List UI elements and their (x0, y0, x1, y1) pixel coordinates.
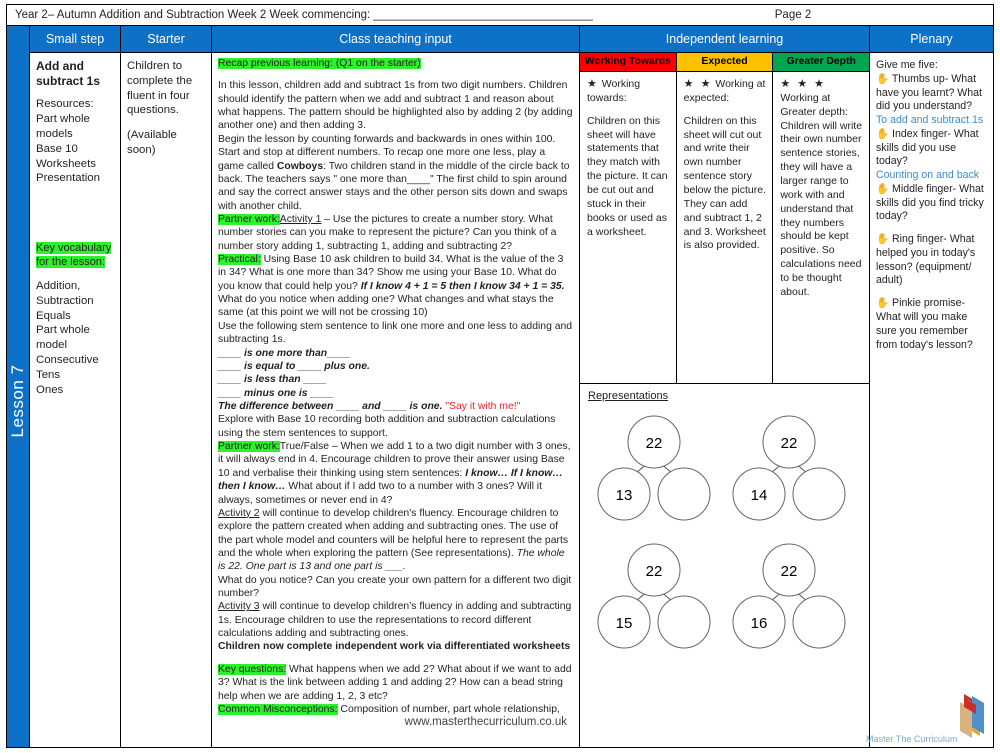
plenary-answer: Counting on and back (876, 169, 980, 182)
plenary-item: ✋ Ring finger- What helped you in today'… (876, 233, 976, 287)
document-header-bar: Year 2– Autumn Addition and Subtraction … (6, 4, 994, 26)
header-title: Year 2– Autumn Addition and Subtraction … (15, 9, 593, 21)
column-header-independent-learning: Independent learning (580, 26, 869, 53)
band-text-greater-depth: Children will write their own number sen… (780, 119, 863, 298)
practical-paragraph: Practical: Using Base 10 ask children to… (218, 254, 565, 319)
star-icon: ★ (587, 78, 599, 90)
lesson-number-label: Lesson 7 (8, 364, 27, 438)
key-vocabulary-list: Addition, Subtraction Equals Part whole … (36, 279, 99, 396)
column-header-starter: Starter (121, 26, 211, 53)
activity-2-paragraph: Activity 2 will continue to develop chil… (218, 507, 569, 573)
plenary-item: ✋ Index finger- What skills did you use … (876, 127, 979, 168)
plenary-body: Give me five: ✋ Thumbs up- What have you… (870, 53, 993, 747)
part-whole-model: 22 14 (729, 412, 849, 530)
column-class-teaching-input: Class teaching input Recap previous lear… (212, 26, 580, 747)
band-lead-working-towards: ★ Working towards: (587, 78, 641, 104)
page-number-label: Page 2 (774, 9, 812, 21)
cowboys-paragraph: Begin the lesson by counting forwards an… (218, 133, 570, 212)
star-icon: ★ ★ ★ (780, 78, 827, 90)
hand-icon: ✋ (876, 127, 890, 140)
representations-section: Representations 22 13 22 14 22 15 22 16 (580, 384, 869, 747)
hand-icon: ✋ (876, 297, 890, 310)
explore-paragraph: Explore with Base 10 recording both addi… (218, 414, 556, 439)
plenary-item: ✋ Thumbs up- What have you learnt? What … (876, 72, 982, 113)
column-plenary: Plenary Give me five: ✋ Thumbs up- What … (870, 26, 993, 747)
hand-icon: ✋ (876, 72, 890, 85)
key-vocabulary-heading: Key vocabulary for the lesson: (36, 242, 112, 269)
lesson-table: Lesson 7 Small step Add and subtract 1s … (6, 26, 994, 748)
stem-sentence-3: ____ is less than ____ (218, 374, 327, 386)
starter-body: Children to complete the fluent in four … (121, 53, 211, 747)
band-text-working-towards: Children on this sheet will have stateme… (587, 114, 668, 238)
intro-paragraph: In this lesson, children add and subtrac… (218, 80, 573, 132)
pw-whole-value: 22 (780, 435, 797, 452)
partner-work-1: Partner work:Activity 1 – Use the pictur… (218, 213, 557, 252)
band-expected: Expected ★ ★ Working at expected: Childr… (676, 53, 774, 383)
hand-icon: ✋ (876, 182, 890, 195)
plenary-item: ✋ Pinkie promise- What will you make sur… (876, 297, 973, 351)
part-whole-model: 22 16 (729, 540, 849, 658)
starter-availability: (Available soon) (127, 129, 177, 157)
band-lead-text-greater-depth: Working at Greater depth: (780, 91, 849, 118)
activity-3-paragraph: Activity 3 will continue to develop chil… (218, 601, 572, 640)
pw-part-a-value: 13 (616, 487, 633, 504)
band-body-working-towards: ★ Working towards: Children on this shee… (580, 72, 676, 239)
watermark-url: www.masterthecurriculum.co.uk (404, 716, 567, 729)
stem-sentence-5: The difference between ____ and ____ is … (218, 400, 521, 412)
band-header-expected: Expected (676, 53, 773, 72)
column-header-small-step: Small step (30, 26, 120, 53)
part-whole-models-grid: 22 13 22 14 22 15 22 16 (588, 412, 861, 658)
resources-list: Part whole models Base 10 Worksheets Pre… (36, 113, 100, 185)
recap-heading: Recap previous learning: (Q1 on the star… (218, 58, 421, 69)
part-whole-model: 22 15 (594, 540, 714, 658)
column-independent-learning: Independent learning Working Towards ★ W… (580, 26, 870, 747)
key-vocabulary-block: Key vocabulary for the lesson: Addition,… (36, 242, 115, 397)
common-misconceptions: Common Misconceptions: Composition of nu… (218, 703, 560, 715)
band-greater-depth: Greater Depth ★ ★ ★ Working at Greater d… (773, 53, 869, 383)
independent-work-note: Children now complete independent work v… (218, 641, 571, 653)
part-whole-model: 22 13 (594, 412, 714, 530)
representations-title: Representations (588, 390, 669, 402)
class-teaching-body: Recap previous learning: (Q1 on the star… (212, 53, 579, 747)
pw-part-a-value: 14 (750, 487, 767, 504)
small-step-body: Add and subtract 1s Resources: Part whol… (30, 53, 120, 747)
band-lead-expected: ★ ★ Working at expected: (683, 78, 766, 104)
band-working-towards: Working Towards ★ Working towards: Child… (580, 53, 677, 383)
band-lead-greater-depth: ★ ★ ★ (780, 77, 863, 92)
star-icon: ★ ★ (683, 78, 713, 90)
resources-heading: Resources: (36, 98, 94, 111)
column-small-step: Small step Add and subtract 1s Resources… (30, 26, 121, 747)
lesson-spine: Lesson 7 (7, 26, 30, 747)
pw-part-a-value: 15 (616, 615, 633, 632)
pw-whole-value: 22 (646, 435, 663, 452)
partner-work-2: Partner work:True/False – When we add 1 … (218, 441, 571, 506)
plenary-answer: To add and subtract 1s (876, 114, 984, 127)
band-header-greater-depth: Greater Depth (773, 53, 869, 72)
column-header-class-teaching: Class teaching input (212, 26, 579, 53)
band-body-greater-depth: ★ ★ ★ Working at Greater depth: Children… (773, 72, 869, 300)
plenary-intro: Give me five: (876, 59, 938, 71)
band-text-expected: Children on this sheet will cut out and … (683, 114, 766, 252)
stem-sentence-1: ____ is one more than____ (218, 347, 351, 359)
hand-icon: ✋ (876, 233, 890, 246)
small-step-title: Add and subtract 1s (36, 59, 101, 88)
stem-sentence-intro: Use the following stem sentence to link … (218, 320, 573, 346)
column-header-plenary: Plenary (870, 26, 993, 53)
column-starter: Starter Children to complete the fluent … (121, 26, 212, 747)
starter-instruction: Children to complete the fluent in four … (127, 60, 193, 117)
differentiation-bands: Working Towards ★ Working towards: Child… (580, 53, 869, 384)
independent-learning-body: Working Towards ★ Working towards: Child… (580, 53, 869, 747)
plenary-item: ✋ Middle finger- What skills did you fin… (876, 182, 984, 223)
stem-sentence-4: ____ minus one is ____ (218, 387, 334, 399)
pw-whole-value: 22 (646, 563, 663, 580)
band-header-working-towards: Working Towards (580, 53, 676, 72)
pw-part-a-value: 16 (750, 615, 767, 632)
pw-whole-value: 22 (780, 563, 797, 580)
stem-sentence-2: ____ is equal to ____ plus one. (218, 360, 370, 372)
band-body-expected: ★ ★ Working at expected: Children on thi… (677, 72, 773, 253)
lesson-plan-page: Year 2– Autumn Addition and Subtraction … (0, 0, 1000, 750)
key-questions: Key questions: What happens when we add … (218, 663, 572, 702)
activity-2-followup: What do you notice? Can you create your … (218, 574, 572, 600)
